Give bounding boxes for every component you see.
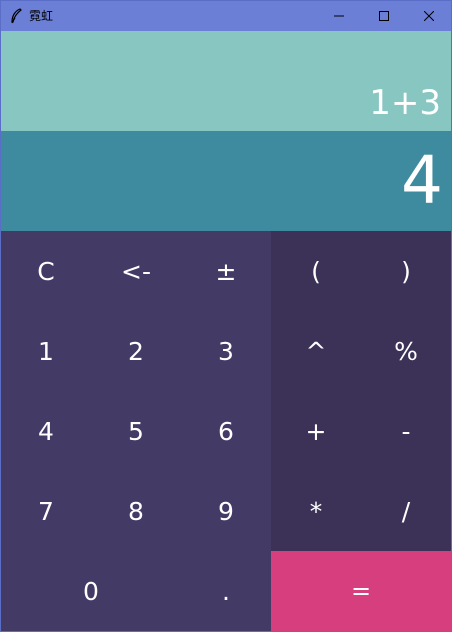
digit-4-button[interactable]: 4 bbox=[1, 391, 91, 471]
plus-button[interactable]: + bbox=[271, 391, 361, 471]
expression-display: 1+3 bbox=[1, 31, 451, 131]
digit-1-button[interactable]: 1 bbox=[1, 311, 91, 391]
maximize-button[interactable] bbox=[361, 1, 406, 31]
digit-5-button[interactable]: 5 bbox=[91, 391, 181, 471]
divide-button[interactable]: / bbox=[361, 471, 451, 551]
equals-button[interactable]: = bbox=[271, 551, 451, 631]
digit-8-button[interactable]: 8 bbox=[91, 471, 181, 551]
close-button[interactable] bbox=[406, 1, 451, 31]
close-icon bbox=[423, 11, 434, 21]
backspace-button[interactable]: <- bbox=[91, 231, 181, 311]
minimize-icon bbox=[333, 15, 344, 17]
window-controls bbox=[316, 1, 451, 31]
minus-button[interactable]: - bbox=[361, 391, 451, 471]
digit-7-button[interactable]: 7 bbox=[1, 471, 91, 551]
keypad: C <- ± ( ) 1 2 3 ^ % 4 5 6 + - 7 8 9 * /… bbox=[1, 231, 451, 631]
expression-text: 1+3 bbox=[369, 83, 441, 123]
result-display: 4 bbox=[1, 131, 451, 231]
digit-0-button[interactable]: 0 bbox=[1, 551, 181, 631]
digit-3-button[interactable]: 3 bbox=[181, 311, 271, 391]
feather-icon bbox=[7, 7, 25, 25]
left-paren-button[interactable]: ( bbox=[271, 231, 361, 311]
digit-2-button[interactable]: 2 bbox=[91, 311, 181, 391]
title-bar[interactable]: 霓虹 bbox=[1, 1, 451, 31]
digit-6-button[interactable]: 6 bbox=[181, 391, 271, 471]
minimize-button[interactable] bbox=[316, 1, 361, 31]
percent-button[interactable]: % bbox=[361, 311, 451, 391]
clear-button[interactable]: C bbox=[1, 231, 91, 311]
decimal-point-button[interactable]: . bbox=[181, 551, 271, 631]
negate-button[interactable]: ± bbox=[181, 231, 271, 311]
multiply-button[interactable]: * bbox=[271, 471, 361, 551]
digit-9-button[interactable]: 9 bbox=[181, 471, 271, 551]
right-paren-button[interactable]: ) bbox=[361, 231, 451, 311]
calculator-window: 霓虹 1+3 4 C <- ± ( ) 1 2 3 ^ % 4 5 6 + - … bbox=[0, 0, 452, 632]
result-text: 4 bbox=[401, 142, 443, 219]
window-title: 霓虹 bbox=[29, 9, 54, 23]
power-button[interactable]: ^ bbox=[271, 311, 361, 391]
maximize-icon bbox=[378, 11, 389, 21]
